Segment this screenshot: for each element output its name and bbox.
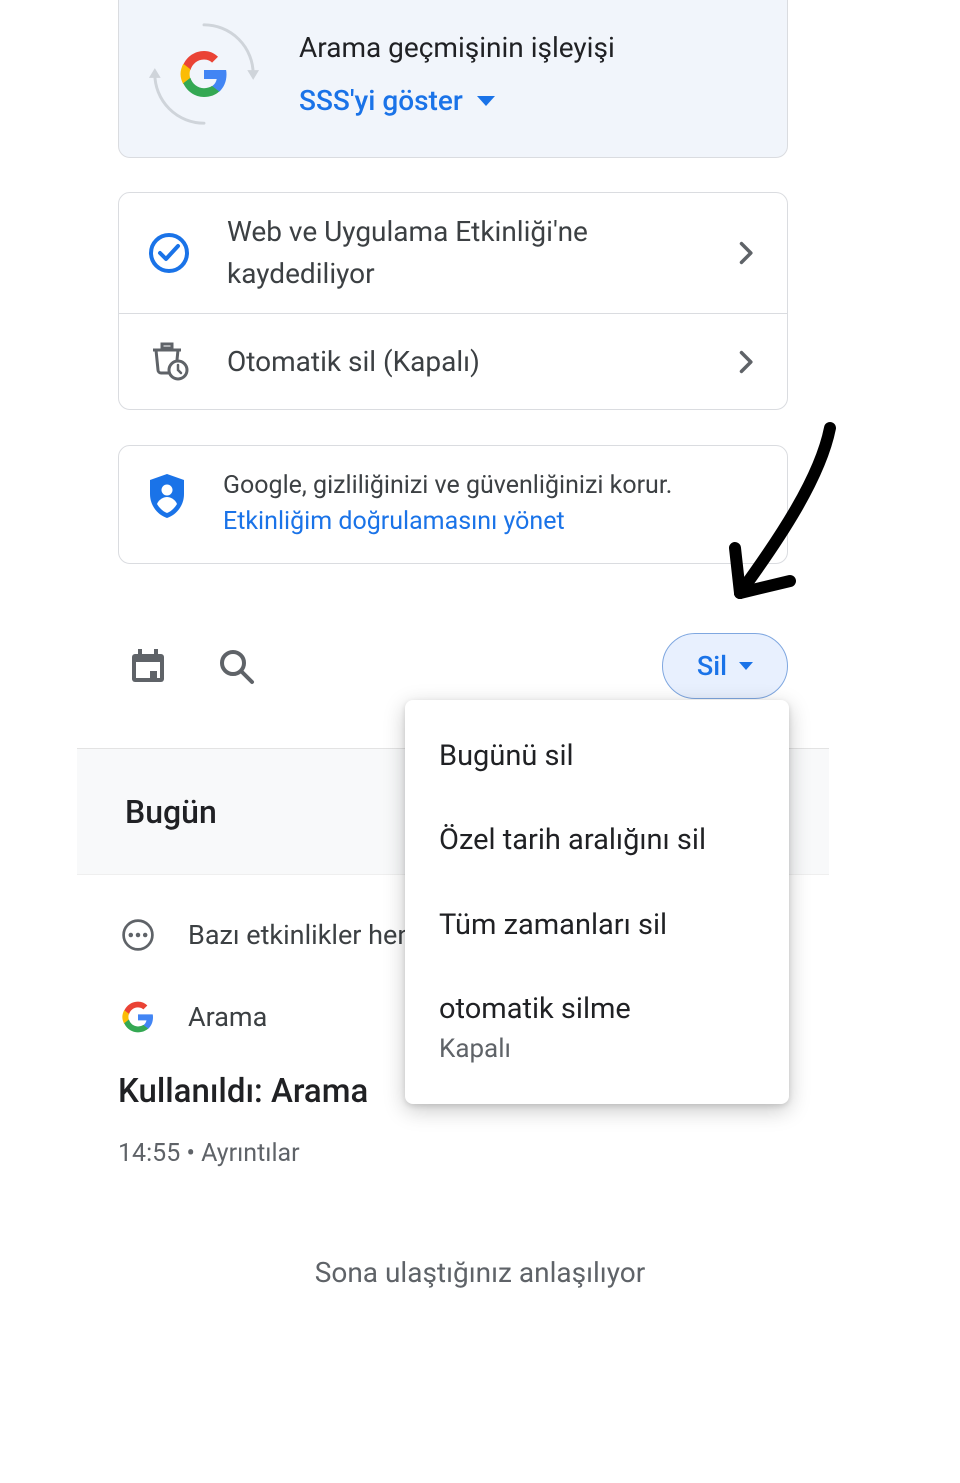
history-info-card: Arama geçmişinin işleyişi SSS'yi göster (118, 0, 788, 158)
privacy-description: Google, gizliliğinizi ve güvenliğinizi k… (223, 468, 759, 503)
refresh-google-logo (145, 15, 263, 133)
auto-delete-icon (147, 340, 191, 384)
check-circle-icon (147, 231, 191, 275)
delete-all-time-label: Tüm zamanları sil (439, 908, 667, 942)
auto-delete-label: Otomatik sil (Kapalı) (227, 341, 731, 383)
chevron-right-icon (731, 239, 759, 267)
web-app-activity-label: Web ve Uygulama Etkinliği'ne kaydediliyo… (227, 211, 731, 295)
history-info-texts: Arama geçmişinin işleyişi SSS'yi göster (299, 31, 615, 117)
manage-verification-link[interactable]: Etkinliğim doğrulamasını yönet (223, 503, 759, 541)
delete-dropdown-button[interactable]: Sil (662, 633, 788, 699)
web-app-activity-row[interactable]: Web ve Uygulama Etkinliği'ne kaydediliyo… (119, 193, 787, 313)
google-logo-icon (180, 50, 228, 98)
delete-label: Sil (697, 650, 727, 682)
calendar-icon (128, 646, 168, 686)
activity-meta[interactable]: 14:55 • Ayrıntılar (118, 1139, 788, 1168)
page: Arama geçmişinin işleyişi SSS'yi göster … (0, 0, 960, 1483)
search-button[interactable] (206, 636, 266, 696)
delete-all-time-item[interactable]: Tüm zamanları sil (405, 883, 789, 967)
activity-time: 14:55 (118, 1139, 180, 1168)
delete-today-item[interactable]: Bugünü sil (405, 714, 789, 798)
delete-menu: Bugünü sil Özel tarih aralığını sil Tüm … (405, 700, 789, 1104)
google-logo-small-icon (118, 997, 158, 1037)
history-info-title: Arama geçmişinin işleyişi (299, 31, 615, 64)
auto-delete-row[interactable]: Otomatik sil (Kapalı) (119, 313, 787, 409)
auto-delete-item[interactable]: otomatik silme Kapalı (405, 967, 789, 1090)
settings-group: Web ve Uygulama Etkinliği'ne kaydediliyo… (118, 192, 788, 410)
show-faq-link[interactable]: SSS'yi göster (299, 84, 615, 117)
search-activity-label: Arama (188, 1001, 267, 1033)
delete-today-label: Bugünü sil (439, 739, 574, 773)
delete-custom-range-label: Özel tarih aralığını sil (439, 823, 706, 857)
end-of-list-text: Sona ulaştığınız anlaşılıyor (0, 1256, 960, 1289)
meta-separator: • (180, 1139, 201, 1168)
show-faq-label: SSS'yi göster (299, 84, 463, 117)
privacy-texts: Google, gizliliğinizi ve güvenliğinizi k… (223, 468, 759, 541)
pending-activity-label: Bazı etkinlikler hen (188, 919, 412, 951)
history-info-inner: Arama geçmişinin işleyişi SSS'yi göster (145, 15, 615, 133)
delete-custom-range-item[interactable]: Özel tarih aralığını sil (405, 798, 789, 882)
caret-down-icon (739, 662, 753, 670)
today-header-label: Bugün (125, 793, 217, 831)
search-icon (216, 646, 256, 686)
shield-user-icon (147, 472, 187, 516)
activity-details-link[interactable]: Ayrıntılar (201, 1139, 300, 1168)
auto-delete-sub: Kapalı (439, 1033, 755, 1066)
calendar-button[interactable] (118, 636, 178, 696)
activity-toolbar: Sil (118, 630, 788, 702)
auto-delete-label: otomatik silme (439, 992, 631, 1026)
more-horizontal-icon (118, 915, 158, 955)
privacy-card: Google, gizliliğinizi ve güvenliğinizi k… (118, 445, 788, 564)
caret-down-icon (477, 96, 495, 106)
chevron-right-icon (731, 348, 759, 376)
